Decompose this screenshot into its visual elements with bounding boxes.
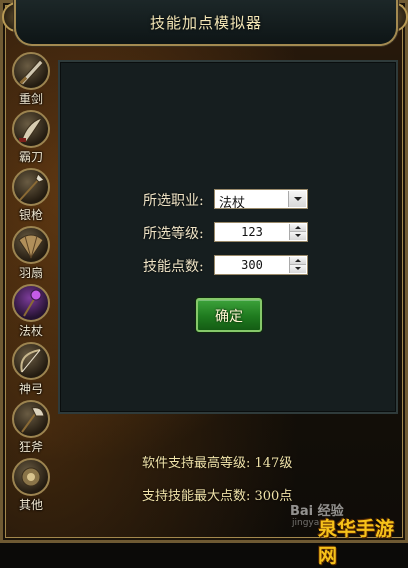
- window-title: 技能加点模拟器: [149, 14, 262, 32]
- sidebar-item-blade[interactable]: 霸刀: [8, 110, 54, 168]
- sidebar-item-label: 神弓: [18, 382, 43, 396]
- confirm-button-label: 确定: [215, 309, 243, 325]
- sidebar-item-staff[interactable]: 法杖: [8, 284, 54, 342]
- spear-icon: [12, 168, 50, 206]
- level-decrement-icon[interactable]: [290, 232, 306, 240]
- sidebar-item-label: 银枪: [18, 208, 43, 222]
- title-bar: 技能加点模拟器: [14, 0, 398, 46]
- level-label: 所选等级:: [143, 226, 204, 242]
- misc-icon: [12, 458, 50, 496]
- sidebar-item-label: 法杖: [18, 324, 43, 338]
- blade-icon: [12, 110, 50, 148]
- sidebar-item-label: 狂斧: [18, 440, 43, 454]
- sidebar-item-misc[interactable]: 其他: [8, 458, 54, 516]
- class-select-value: 法杖: [219, 196, 246, 211]
- points-decrement-icon[interactable]: [290, 265, 306, 273]
- sidebar-item-label: 其他: [18, 498, 43, 512]
- fan-icon: [12, 226, 50, 264]
- level-spin-buttons: [289, 224, 306, 240]
- points-label: 技能点数:: [143, 259, 204, 275]
- sidebar-item-bow[interactable]: 神弓: [8, 342, 54, 400]
- bow-icon: [12, 342, 50, 380]
- sidebar-item-label: 霸刀: [18, 150, 43, 164]
- greatsword-icon: [12, 52, 50, 90]
- staff-icon: [12, 284, 50, 322]
- sidebar-item-label: 羽扇: [18, 266, 43, 280]
- sidebar-item-axe[interactable]: 狂斧: [8, 400, 54, 458]
- level-stepper[interactable]: 123: [214, 222, 308, 242]
- sidebar-item-greatsword[interactable]: 重剑: [8, 52, 54, 110]
- sidebar-item-fan[interactable]: 羽扇: [8, 226, 54, 284]
- level-increment-icon[interactable]: [290, 224, 306, 232]
- sidebar-item-spear[interactable]: 银枪: [8, 168, 54, 226]
- class-label: 所选职业:: [143, 193, 204, 209]
- points-spin-buttons: [289, 257, 306, 273]
- site-watermark: 泉华手游网: [318, 518, 395, 567]
- sidebar-item-label: 重剑: [18, 92, 43, 106]
- chevron-down-icon[interactable]: [288, 191, 306, 207]
- max-level-info: 软件支持最高等级: 147级: [142, 456, 293, 471]
- points-value[interactable]: 300: [215, 258, 289, 272]
- confirm-button[interactable]: 确定: [196, 298, 262, 332]
- points-increment-icon[interactable]: [290, 257, 306, 265]
- points-stepper[interactable]: 300: [214, 255, 308, 275]
- weapon-sidebar: 重剑 霸刀 银枪 羽扇 法杖 神弓 狂斧 其他: [8, 52, 54, 532]
- axe-icon: [12, 400, 50, 438]
- level-value[interactable]: 123: [215, 225, 289, 239]
- class-select[interactable]: 法杖: [214, 189, 308, 211]
- max-points-info: 支持技能最大点数: 300点: [142, 489, 293, 504]
